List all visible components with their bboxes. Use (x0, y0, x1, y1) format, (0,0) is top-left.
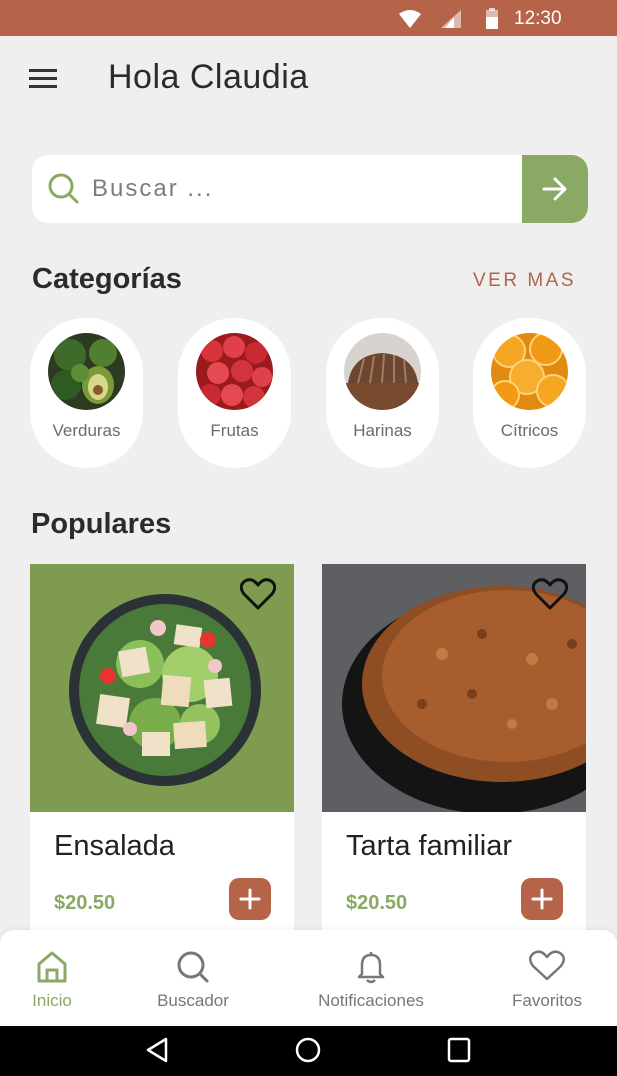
category-label: Frutas (210, 421, 259, 440)
nav-inicio[interactable]: Inicio (12, 930, 92, 1026)
nav-label: Notificaciones (318, 991, 424, 1010)
nav-label: Buscador (157, 991, 229, 1010)
search-box (32, 155, 588, 223)
add-to-cart-button[interactable] (229, 878, 271, 920)
product-name: Ensalada (54, 830, 175, 862)
nav-favoritos[interactable]: Favoritos (502, 930, 592, 1026)
category-citricos[interactable]: Cítricos (473, 318, 586, 468)
battery-icon (486, 8, 498, 29)
bell-icon (357, 952, 385, 984)
bread-image (344, 333, 421, 410)
nav-label: Favoritos (512, 991, 582, 1010)
nav-buscador[interactable]: Buscador (143, 930, 243, 1026)
see-more-link[interactable]: VER MAS (473, 270, 576, 292)
back-icon[interactable] (145, 1037, 169, 1063)
arrow-right-icon (542, 177, 567, 201)
product-price: $20.50 (54, 892, 116, 914)
product-card-tarta-familiar[interactable]: Tarta familiar $20.50 (322, 564, 586, 944)
search-icon (177, 951, 209, 983)
search-input[interactable] (92, 169, 512, 209)
category-label: Cítricos (500, 421, 559, 440)
plus-icon (239, 888, 261, 910)
categories-title: Categorías (32, 263, 182, 295)
menu-icon[interactable] (29, 69, 57, 89)
app-header: Hola Claudia (0, 36, 617, 120)
category-frutas[interactable]: Frutas (178, 318, 291, 468)
add-to-cart-button[interactable] (521, 878, 563, 920)
signal-icon (441, 10, 461, 28)
category-harinas[interactable]: Harinas (326, 318, 439, 468)
status-time: 12:30 (514, 8, 562, 29)
nav-notificaciones[interactable]: Notificaciones (306, 930, 436, 1026)
popular-title: Populares (31, 508, 172, 540)
search-icon (48, 173, 79, 204)
raspberries-image (196, 333, 273, 410)
system-navigation-bar (0, 1026, 617, 1076)
favorite-heart-icon[interactable] (532, 578, 568, 610)
product-price: $20.50 (346, 892, 408, 914)
heart-icon (529, 950, 565, 981)
product-name: Tarta familiar (346, 830, 512, 862)
recent-apps-icon[interactable] (447, 1037, 471, 1063)
plus-icon (531, 888, 553, 910)
nav-label: Inicio (32, 991, 72, 1010)
bottom-navigation: Inicio Buscador Notificaciones Favoritos (0, 930, 617, 1026)
category-label: Harinas (353, 421, 412, 440)
product-card-ensalada[interactable]: Ensalada $20.50 (30, 564, 294, 944)
greeting-title: Hola Claudia (108, 58, 309, 96)
home-icon (37, 951, 67, 983)
favorite-heart-icon[interactable] (240, 578, 276, 610)
vegetables-image (48, 333, 125, 410)
oranges-image (491, 333, 568, 410)
wifi-icon (399, 10, 421, 28)
status-bar: 12:30 (0, 0, 617, 36)
home-circle-icon[interactable] (295, 1037, 321, 1063)
category-verduras[interactable]: Verduras (30, 318, 143, 468)
search-submit-button[interactable] (522, 155, 588, 223)
category-label: Verduras (52, 421, 121, 440)
